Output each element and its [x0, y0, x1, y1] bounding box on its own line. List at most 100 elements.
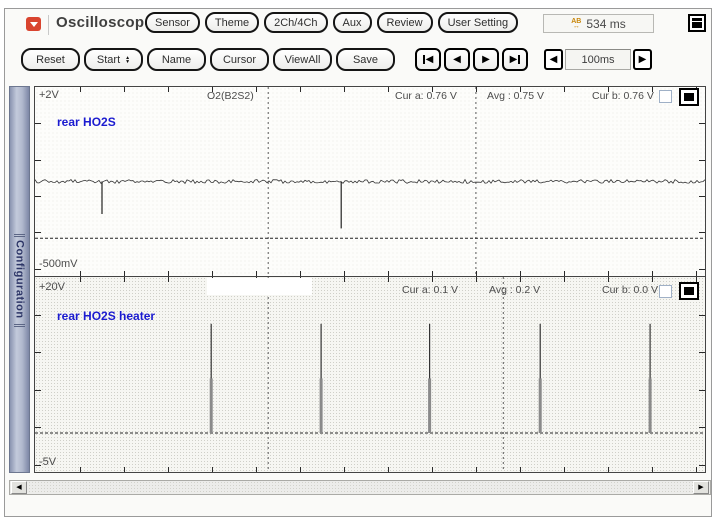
scale-top-label: +2V	[39, 89, 59, 101]
tick-mark	[80, 467, 81, 472]
start-button[interactable]: Start ▲▼	[84, 48, 143, 71]
chart-area: +2V O2(B2S2) Cur a: 0.76 V Avg : 0.75 V …	[34, 86, 706, 473]
tick-mark	[344, 271, 345, 276]
right-triangle-icon: ▶	[482, 54, 490, 65]
skip-to-start-button[interactable]: ◀	[415, 48, 441, 71]
timebase-increase-button[interactable]: ▶	[633, 49, 652, 70]
reset-button[interactable]: Reset	[21, 48, 80, 71]
tick-mark	[699, 269, 705, 270]
tick-mark	[124, 87, 125, 92]
step-forward-button[interactable]: ▶	[473, 48, 499, 71]
trace-name-label: rear HO2S heater	[57, 309, 155, 323]
configuration-tab-label: Configuration	[14, 240, 26, 319]
waveform-plot-ch2[interactable]	[35, 277, 705, 472]
name-button[interactable]: Name	[147, 48, 206, 71]
waveform-plot-ch1[interactable]	[35, 87, 705, 276]
scroll-right-button[interactable]: ▶	[693, 481, 709, 494]
grip-icon	[14, 234, 25, 235]
tick-mark	[476, 271, 477, 276]
scale-bottom-label: -500mV	[39, 258, 78, 270]
right-triangle-icon: ▶	[698, 484, 703, 491]
tick-mark	[520, 277, 521, 282]
channel-color-button[interactable]	[679, 282, 699, 300]
configuration-tab[interactable]: Configuration	[9, 86, 30, 473]
tick-mark	[212, 467, 213, 472]
tick-mark	[35, 123, 41, 124]
review-button[interactable]: Review	[377, 12, 433, 33]
cursor-time-readout: AB↔ 534 ms	[543, 14, 654, 33]
tick-mark	[699, 160, 705, 161]
tick-mark	[35, 315, 41, 316]
tick-mark	[388, 271, 389, 276]
tick-mark	[35, 196, 41, 197]
tick-mark	[696, 271, 697, 276]
scroll-left-button[interactable]: ◀	[11, 481, 27, 494]
channel-mode-button[interactable]: 2Ch/4Ch	[264, 12, 327, 33]
black-square-icon	[684, 287, 694, 295]
bar-icon	[423, 55, 425, 64]
save-button[interactable]: Save	[336, 48, 395, 71]
sensor-button[interactable]: Sensor	[145, 12, 200, 33]
cursor-b-readout: Cur b: 0.0 V	[602, 284, 658, 296]
tick-mark	[476, 467, 477, 472]
tick-mark	[344, 87, 345, 92]
tick-mark	[652, 467, 653, 472]
tick-mark	[476, 277, 477, 282]
triangle-down-icon	[30, 22, 38, 27]
aux-button[interactable]: Aux	[333, 12, 372, 33]
black-square-icon	[684, 93, 694, 101]
tick-mark	[256, 271, 257, 276]
horizontal-scrollbar[interactable]: ◀ ▶	[9, 480, 711, 495]
step-back-button[interactable]: ◀	[444, 48, 470, 71]
scale-top-label: +20V	[39, 281, 65, 293]
tick-mark	[124, 271, 125, 276]
channel-visibility-checkbox[interactable]	[659, 90, 672, 103]
viewall-button[interactable]: ViewAll	[273, 48, 332, 71]
left-triangle-icon: ◀	[16, 484, 21, 491]
theme-button[interactable]: Theme	[205, 12, 259, 33]
app-dropdown-icon[interactable]	[26, 17, 41, 31]
tick-mark	[168, 277, 169, 282]
tick-mark	[300, 271, 301, 276]
timebase-decrease-button[interactable]: ◀	[544, 49, 563, 70]
titlebar-button-row: Sensor Theme 2Ch/4Ch Aux Review User Set…	[145, 12, 518, 34]
right-triangle-icon: ▶	[510, 54, 518, 65]
tick-mark	[35, 160, 41, 161]
tick-mark	[80, 87, 81, 92]
tick-mark	[608, 467, 609, 472]
user-setting-button[interactable]: User Setting	[438, 12, 519, 33]
tick-mark	[520, 467, 521, 472]
tick-mark	[432, 277, 433, 282]
channel-visibility-checkbox[interactable]	[659, 285, 672, 298]
tick-mark	[699, 427, 705, 428]
tick-mark	[699, 465, 705, 466]
ab-cursors-icon: AB↔	[571, 19, 581, 29]
skip-to-end-button[interactable]: ▶	[502, 48, 528, 71]
channel-rear-ho2s-heater: +20V Cur a: 0.1 V Avg : 0.2 V Cur b: 0.0…	[34, 277, 706, 473]
tick-mark	[80, 271, 81, 276]
playback-controls: ◀ ◀ ▶ ▶	[415, 48, 528, 71]
tick-mark	[699, 123, 705, 124]
oscilloscope-window: Oscilloscope Sensor Theme 2Ch/4Ch Aux Re…	[4, 8, 712, 517]
left-triangle-icon: ◀	[550, 54, 558, 65]
tick-mark	[608, 277, 609, 282]
tick-mark	[35, 352, 41, 353]
tick-mark	[564, 277, 565, 282]
tick-mark	[124, 277, 125, 282]
trace-name-label: rear HO2S	[57, 115, 116, 129]
channel-rear-ho2s: +2V O2(B2S2) Cur a: 0.76 V Avg : 0.75 V …	[34, 86, 706, 277]
tick-mark	[432, 271, 433, 276]
tick-mark	[388, 87, 389, 92]
channel-color-button[interactable]	[679, 88, 699, 106]
cursor-a-readout: Cur a: 0.76 V	[395, 90, 457, 102]
menu-icon[interactable]	[688, 14, 706, 32]
tick-mark	[699, 232, 705, 233]
tick-mark	[564, 271, 565, 276]
tick-mark	[564, 87, 565, 92]
tick-mark	[520, 271, 521, 276]
tick-mark	[476, 87, 477, 92]
cursor-button[interactable]: Cursor	[210, 48, 269, 71]
right-triangle-icon: ▶	[639, 54, 647, 65]
tick-mark	[699, 196, 705, 197]
waveform-trace-ch1	[35, 87, 705, 276]
